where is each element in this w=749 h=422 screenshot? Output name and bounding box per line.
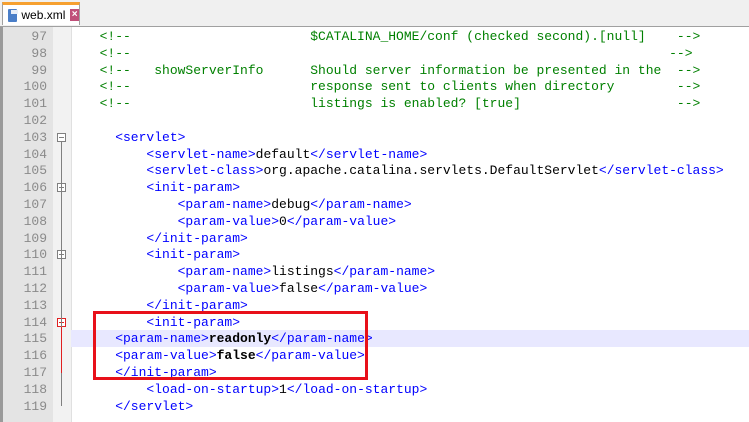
tag-token: <init-param>	[84, 247, 241, 263]
line-number: 98	[31, 45, 47, 61]
tag-token: </param-name>	[310, 197, 412, 212]
floppy-disk-icon	[8, 8, 19, 22]
line-number: 116	[23, 348, 47, 364]
code-line[interactable]: 103 <servlet>	[3, 129, 749, 146]
line-text: <param-name>listings</param-name>	[71, 263, 749, 280]
line-text: <servlet-name>default</servlet-name>	[71, 146, 749, 163]
tag-token: </servlet>	[84, 398, 194, 414]
tag-token: </param-name>	[333, 264, 436, 280]
line-text: <!-- listings is enabled? [true] -->	[71, 95, 749, 112]
text-token: org.apache.catalina.servlets.DefaultServ…	[263, 163, 599, 179]
line-number: 111	[23, 264, 47, 280]
fold-marker[interactable]	[57, 132, 66, 142]
line-text: </servlet>	[71, 398, 749, 415]
tag-token: <servlet-class>	[84, 163, 264, 179]
text-token: debug	[271, 197, 311, 212]
code-line[interactable]: 112 <param-value>false</param-value>	[3, 280, 749, 297]
code-line[interactable]: 111 <param-name>listings</param-name>	[3, 263, 749, 280]
code-line[interactable]: 118 <load-on-startup>1</load-on-startup>	[3, 381, 749, 398]
line-number: 109	[23, 230, 47, 246]
code-line[interactable]: 98 <!-- -->	[3, 45, 749, 62]
tag-token: <init-param>	[84, 180, 241, 196]
line-number: 99	[31, 62, 47, 78]
text-token: listings	[271, 264, 334, 280]
line-number: 106	[23, 180, 47, 196]
line-text: <!-- showServerInfo Should server inform…	[71, 62, 749, 79]
line-text: <init-param>	[71, 179, 749, 196]
close-icon[interactable]: ×	[70, 9, 79, 21]
line-text: <init-param>	[71, 246, 749, 263]
line-text: <param-value>0</param-value>	[71, 213, 749, 230]
tag-token: </param-value>	[318, 281, 428, 296]
tab-bar: web.xml ×	[0, 0, 749, 27]
line-number: 114	[23, 314, 47, 330]
line-number: 115	[23, 331, 47, 347]
line-text: <!-- $CATALINA_HOME/conf (checked second…	[71, 28, 749, 45]
tag-token: <load-on-startup>	[84, 381, 280, 397]
line-text: <load-on-startup>1</load-on-startup>	[71, 381, 749, 398]
comment-token: <!-- listings is enabled? [true] -->	[84, 96, 701, 112]
code-line[interactable]: 104 <servlet-name>default</servlet-name>	[3, 146, 749, 163]
line-number: 102	[23, 113, 47, 128]
code-line[interactable]: 99 <!-- showServerInfo Should server inf…	[3, 62, 749, 79]
tag-token: <servlet-name>	[84, 146, 256, 162]
line-text: <servlet-class>org.apache.catalina.servl…	[71, 162, 749, 179]
text-token: 0	[279, 213, 287, 229]
code-line[interactable]: 100 <!-- response sent to clients when d…	[3, 78, 749, 95]
tag-token: </servlet-class>	[598, 163, 724, 179]
line-number: 107	[23, 197, 47, 212]
line-number: 118	[23, 381, 47, 397]
tag-token: </param-value>	[286, 213, 397, 229]
text-token: default	[255, 146, 311, 162]
tag-token: <param-name>	[84, 197, 272, 212]
line-text: <!-- response sent to clients when direc…	[71, 78, 749, 95]
line-number: 112	[23, 281, 47, 296]
code-line[interactable]: 119 </servlet>	[3, 398, 749, 415]
line-number: 105	[23, 163, 47, 179]
tag-token: </load-on-startup>	[286, 381, 428, 397]
code-line[interactable]: 107 <param-name>debug</param-name>	[3, 196, 749, 213]
tab-web-xml[interactable]: web.xml ×	[2, 2, 80, 25]
line-text: <!-- -->	[71, 45, 749, 62]
tag-token: <servlet>	[84, 129, 186, 145]
line-number: 108	[23, 213, 47, 229]
fold-line-selected	[61, 326, 62, 373]
tag-token: </init-param>	[84, 230, 248, 246]
text-token: false	[279, 281, 319, 296]
tag-token: <param-value>	[84, 213, 280, 229]
text-token: 1	[279, 381, 287, 397]
line-text: <servlet>	[71, 129, 749, 146]
line-number: 113	[23, 297, 47, 313]
code-line[interactable]: 97 <!-- $CATALINA_HOME/conf (checked sec…	[3, 28, 749, 45]
line-text: </init-param>	[71, 230, 749, 247]
code-line[interactable]: 101 <!-- listings is enabled? [true] -->	[3, 95, 749, 112]
tab-title: web.xml	[21, 8, 66, 22]
comment-token: <!-- $CATALINA_HOME/conf (checked second…	[84, 29, 701, 44]
code-line[interactable]: 110 <init-param>	[3, 246, 749, 263]
code-line[interactable]: 105 <servlet-class>org.apache.catalina.s…	[3, 162, 749, 179]
tag-token: <param-name>	[84, 264, 272, 280]
line-text: <param-value>false</param-value>	[71, 280, 749, 297]
line-number: 110	[23, 247, 47, 263]
code-line[interactable]: 102	[3, 112, 749, 129]
code-line[interactable]: 106 <init-param>	[3, 179, 749, 196]
line-number: 97	[31, 29, 47, 44]
code-line[interactable]: 109 </init-param>	[3, 230, 749, 247]
comment-token: <!-- response sent to clients when direc…	[84, 79, 701, 95]
tag-token: <param-value>	[84, 281, 280, 296]
line-number: 103	[23, 129, 47, 145]
highlight-annotation-box	[93, 311, 368, 380]
tag-token: </servlet-name>	[310, 146, 428, 162]
line-number: 101	[23, 96, 47, 112]
code-line[interactable]: 108 <param-value>0</param-value>	[3, 213, 749, 230]
comment-token: <!-- showServerInfo Should server inform…	[84, 62, 701, 78]
line-number: 100	[23, 79, 47, 95]
line-text: <param-name>debug</param-name>	[71, 196, 749, 213]
line-number: 104	[23, 146, 47, 162]
line-number: 119	[23, 398, 47, 414]
comment-token: <!-- -->	[84, 45, 693, 61]
line-number: 117	[23, 365, 47, 380]
